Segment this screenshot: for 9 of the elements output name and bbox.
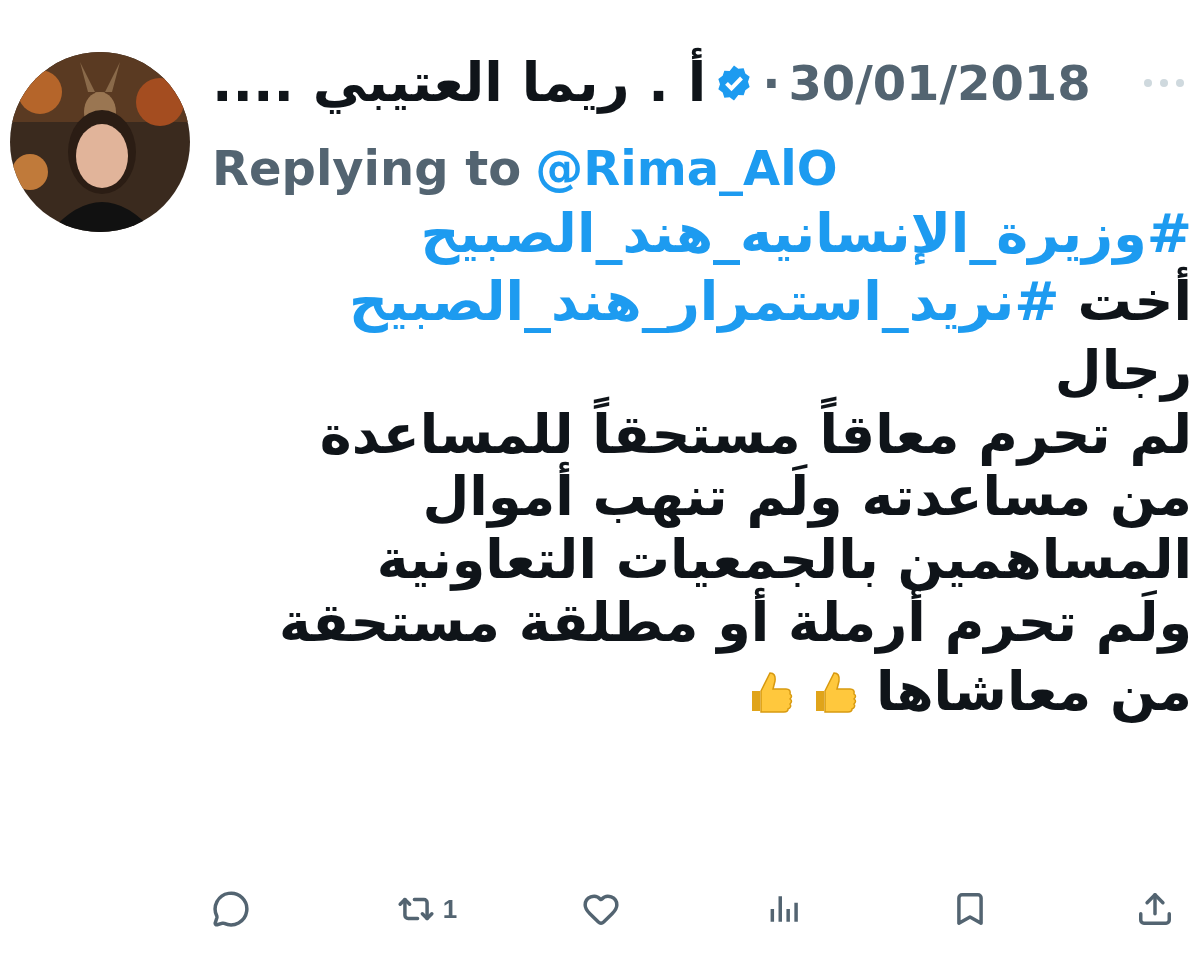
replying-to-label: Replying to — [212, 140, 522, 196]
share-icon — [1136, 890, 1174, 928]
repost-button[interactable]: 1 — [396, 890, 582, 928]
tweet-date[interactable]: 30/01/2018 — [788, 55, 1091, 111]
separator-dot: · — [762, 55, 781, 111]
author-name[interactable]: أ . ريما العتيبي .... — [212, 45, 707, 121]
share-button[interactable] — [1136, 890, 1174, 928]
reply-icon — [212, 890, 250, 928]
tweet-text: من معاشاها — [875, 658, 1192, 725]
